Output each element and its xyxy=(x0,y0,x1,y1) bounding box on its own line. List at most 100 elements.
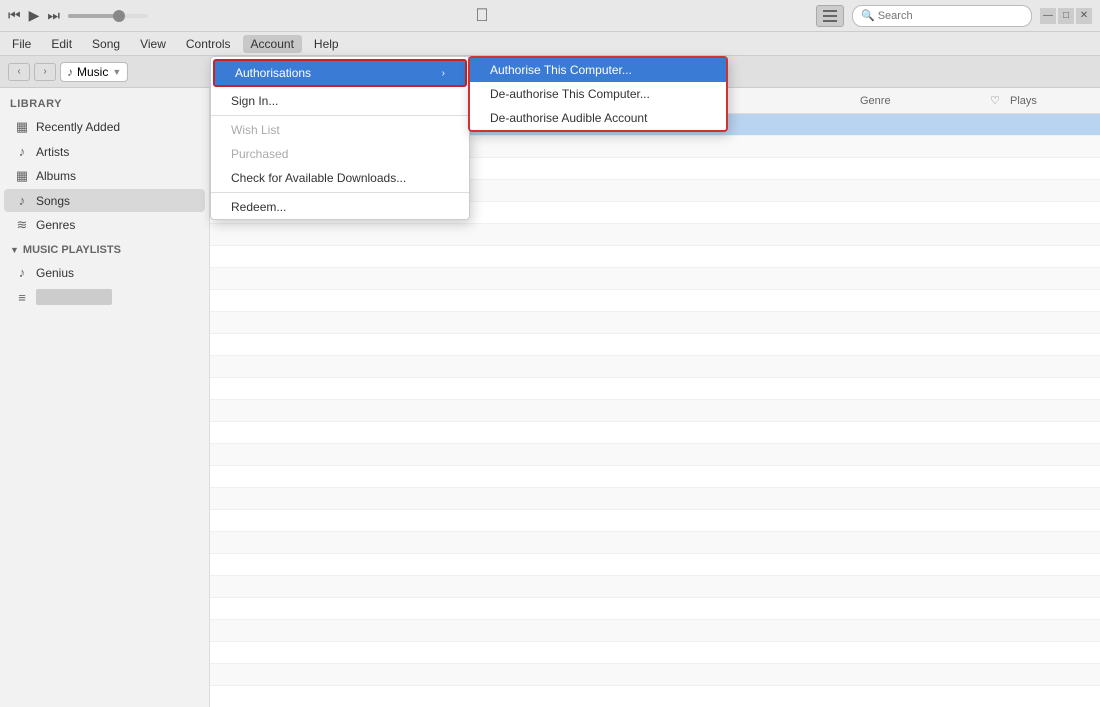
table-row[interactable] xyxy=(210,466,1100,488)
sidebar-item-songs-label: Songs xyxy=(36,194,70,208)
sidebar-item-playlist1-label: ████████ xyxy=(36,289,112,305)
maximize-button[interactable]: □ xyxy=(1058,8,1074,24)
table-row[interactable] xyxy=(210,554,1100,576)
sidebar-item-recently-added[interactable]: ▦ Recently Added xyxy=(4,115,205,139)
table-row[interactable] xyxy=(210,400,1100,422)
auth-submenu-deauthorise-audible[interactable]: De-authorise Audible Account xyxy=(470,106,726,130)
sidebar-item-genres[interactable]: ≋ Genres xyxy=(4,213,205,237)
table-row[interactable] xyxy=(210,532,1100,554)
playlist-icon: ≡ xyxy=(14,290,30,305)
menu-controls[interactable]: Controls xyxy=(178,35,239,53)
transport-controls: ⏮ ▶ ⏭ xyxy=(8,7,148,24)
back-button[interactable]: ‹ xyxy=(8,63,30,81)
table-row[interactable] xyxy=(210,664,1100,686)
table-row[interactable] xyxy=(210,224,1100,246)
list-view-button[interactable] xyxy=(816,5,844,27)
forward-button[interactable]: › xyxy=(34,63,56,81)
songs-icon: ♪ xyxy=(14,193,30,208)
menu-account[interactable]: Account xyxy=(243,35,302,53)
volume-thumb xyxy=(113,10,125,22)
col-header-plays: Plays xyxy=(1010,95,1090,107)
table-row[interactable] xyxy=(210,356,1100,378)
table-row[interactable] xyxy=(210,620,1100,642)
sidebar: Library ▦ Recently Added ♪ Artists ▦ Alb… xyxy=(0,88,210,707)
authorisations-label: Authorisations xyxy=(235,66,311,80)
table-row[interactable] xyxy=(210,334,1100,356)
genres-icon: ≋ xyxy=(14,217,30,233)
music-selector[interactable]: ♪ Music ▼ xyxy=(60,62,128,82)
library-header: Library xyxy=(0,88,209,114)
title-bar: ⏮ ▶ ⏭  🔍 — □ ✕ xyxy=(0,0,1100,32)
table-row[interactable] xyxy=(210,246,1100,268)
fastforward-button[interactable]: ⏭ xyxy=(47,7,60,24)
table-row[interactable] xyxy=(210,576,1100,598)
menu-edit[interactable]: Edit xyxy=(43,35,80,53)
dropdown-separator-1 xyxy=(211,115,469,116)
check-downloads-label: Check for Available Downloads... xyxy=(231,171,406,185)
minimize-button[interactable]: — xyxy=(1040,8,1056,24)
account-menu-wishlist: Wish List xyxy=(211,118,469,142)
account-menu-check-downloads[interactable]: Check for Available Downloads... xyxy=(211,166,469,190)
sidebar-item-artists[interactable]: ♪ Artists xyxy=(4,140,205,163)
purchased-label: Purchased xyxy=(231,147,288,161)
table-row[interactable] xyxy=(210,422,1100,444)
volume-slider[interactable] xyxy=(68,14,148,18)
playlists-collapse-arrow: ▼ xyxy=(10,245,19,255)
artists-icon: ♪ xyxy=(14,144,30,159)
account-menu-redeem[interactable]: Redeem... xyxy=(211,195,469,219)
table-row[interactable] xyxy=(210,290,1100,312)
auth-submenu-authorise-computer[interactable]: Authorise This Computer... xyxy=(470,58,726,82)
sidebar-item-recently-added-label: Recently Added xyxy=(36,120,120,134)
account-menu-purchased: Purchased xyxy=(211,142,469,166)
search-input[interactable] xyxy=(878,10,1018,22)
play-button[interactable]: ▶ xyxy=(29,7,40,24)
sidebar-item-songs[interactable]: ♪ Songs xyxy=(4,189,205,212)
sidebar-item-artists-label: Artists xyxy=(36,145,69,159)
sidebar-item-albums-label: Albums xyxy=(36,169,76,183)
menu-song[interactable]: Song xyxy=(84,35,128,53)
genius-icon: ♪ xyxy=(14,265,30,280)
authorise-computer-label: Authorise This Computer... xyxy=(490,63,632,77)
table-row[interactable] xyxy=(210,488,1100,510)
account-menu-signin[interactable]: Sign In... xyxy=(211,89,469,113)
col-header-genre: Genre xyxy=(860,95,980,107)
table-row[interactable] xyxy=(210,510,1100,532)
deauthorise-computer-label: De-authorise This Computer... xyxy=(490,87,650,101)
main-layout: Library ▦ Recently Added ♪ Artists ▦ Alb… xyxy=(0,88,1100,707)
account-menu-authorisations[interactable]: Authorisations › xyxy=(215,61,465,85)
apple-logo:  xyxy=(475,5,489,26)
sidebar-item-playlist1[interactable]: ≡ ████████ xyxy=(4,285,205,309)
sidebar-item-genius-label: Genius xyxy=(36,266,74,280)
search-box[interactable]: 🔍 xyxy=(852,5,1032,27)
menu-help[interactable]: Help xyxy=(306,35,347,53)
col-header-heart: ♡ xyxy=(980,94,1010,107)
menu-file[interactable]: File xyxy=(4,35,39,53)
signin-label: Sign In... xyxy=(231,94,278,108)
window-controls: — □ ✕ xyxy=(1040,8,1092,24)
table-row[interactable] xyxy=(210,268,1100,290)
table-row[interactable] xyxy=(210,378,1100,400)
submenu-arrow-icon: › xyxy=(442,68,445,79)
table-row[interactable] xyxy=(210,312,1100,334)
auth-submenu-deauthorise-computer[interactable]: De-authorise This Computer... xyxy=(470,82,726,106)
playlists-section-header[interactable]: ▼ Music Playlists xyxy=(0,238,209,260)
sidebar-item-genius[interactable]: ♪ Genius xyxy=(4,261,205,284)
menu-view[interactable]: View xyxy=(132,35,174,53)
table-row[interactable] xyxy=(210,444,1100,466)
music-note-icon: ♪ xyxy=(67,65,73,79)
account-dropdown: Authorisations › Sign In... Wish List Pu… xyxy=(210,56,470,220)
rewind-button[interactable]: ⏮ xyxy=(8,7,21,24)
sidebar-item-albums[interactable]: ▦ Albums xyxy=(4,164,205,188)
wishlist-label: Wish List xyxy=(231,123,280,137)
close-button[interactable]: ✕ xyxy=(1076,8,1092,24)
menu-bar: File Edit Song View Controls Account Hel… xyxy=(0,32,1100,56)
playlists-header-label: Music Playlists xyxy=(23,244,121,256)
search-icon: 🔍 xyxy=(861,9,875,22)
music-selector-label: Music xyxy=(77,65,108,79)
chevron-down-icon: ▼ xyxy=(112,67,121,77)
dropdown-separator-2 xyxy=(211,192,469,193)
redeem-label: Redeem... xyxy=(231,200,286,214)
table-row[interactable] xyxy=(210,642,1100,664)
table-row[interactable] xyxy=(210,686,1100,707)
table-row[interactable] xyxy=(210,598,1100,620)
